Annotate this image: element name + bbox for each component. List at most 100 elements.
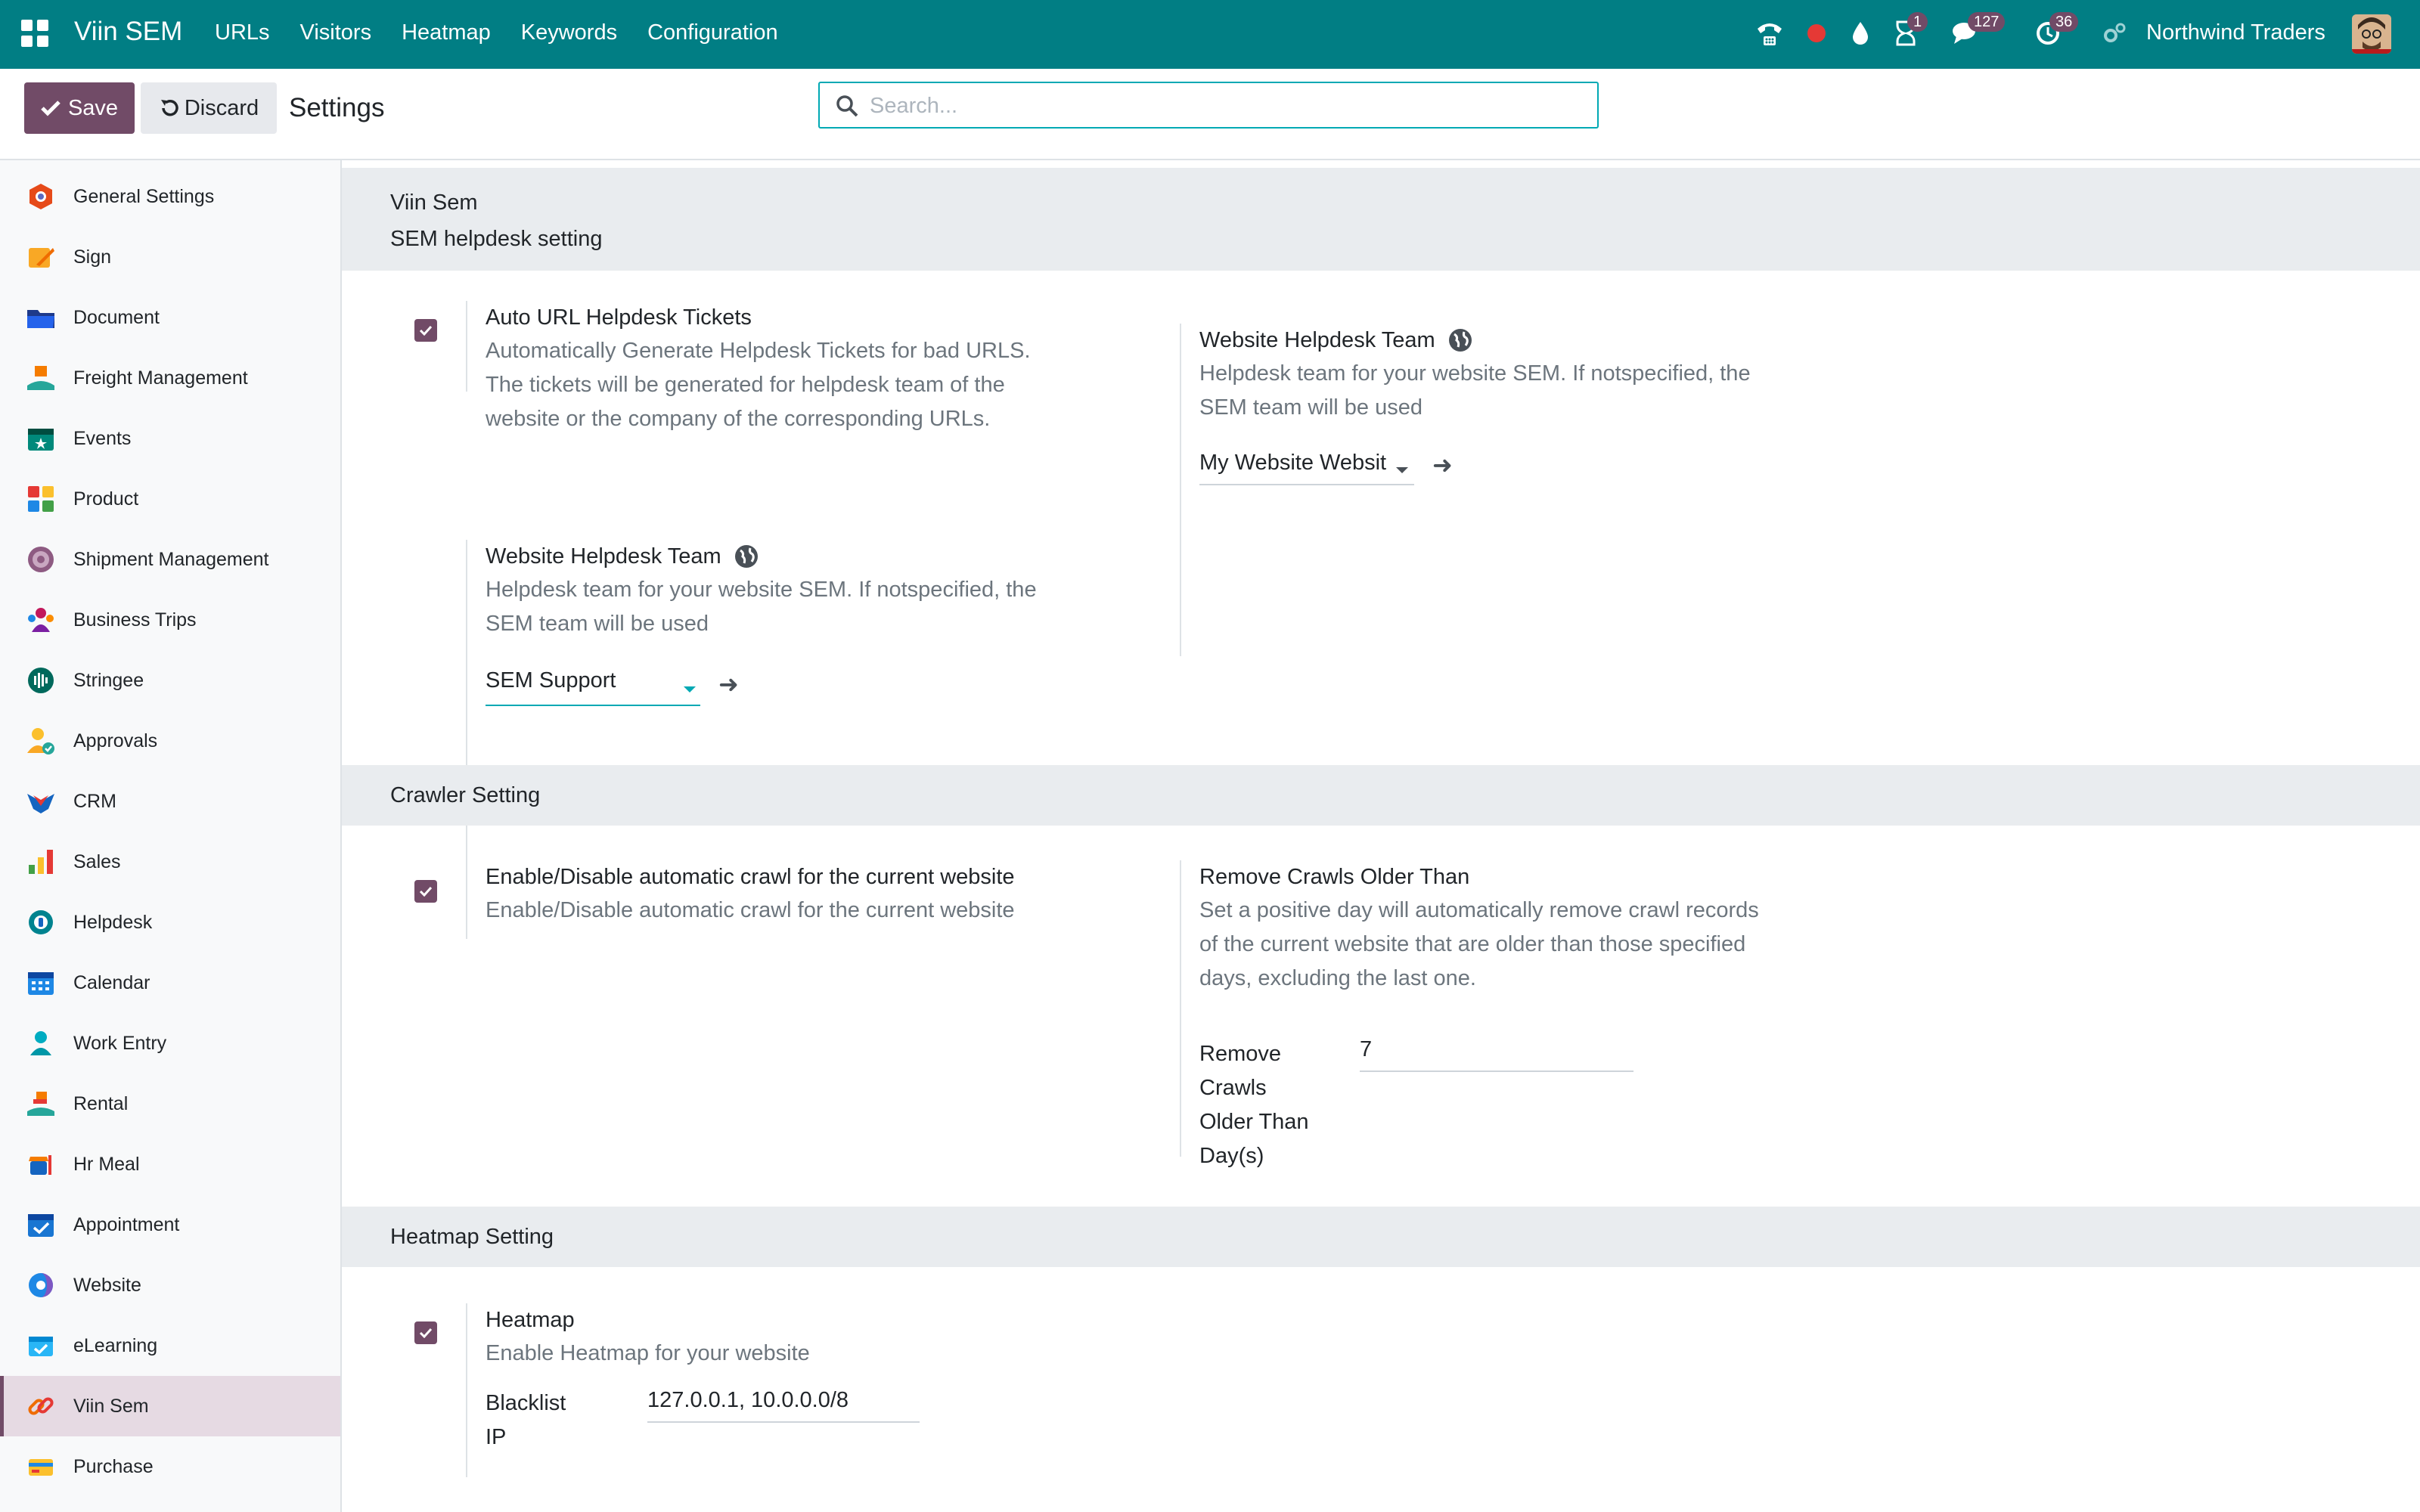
- sidebar-item-events[interactable]: Events: [0, 408, 340, 469]
- menu-item-configuration[interactable]: Configuration: [647, 20, 778, 45]
- page-title: Settings: [289, 93, 385, 122]
- crm-icon: [27, 794, 54, 813]
- website-helpdesk-team-select-right[interactable]: My Website Websit: [1199, 451, 1414, 485]
- recording-status-icon[interactable]: [1803, 18, 1830, 48]
- sidebar-item-document[interactable]: Document: [0, 287, 340, 348]
- setting-title: Enable/Disable automatic crawl for the c…: [486, 865, 1015, 889]
- setting-desc-line: days, excluding the last one.: [1199, 966, 1476, 990]
- stringee-icon: [28, 668, 54, 693]
- sidebar-item-viin-sem[interactable]: Viin Sem: [0, 1376, 340, 1436]
- setting-title: Website Helpdesk Team: [486, 540, 1071, 573]
- elearning-icon: [29, 1337, 53, 1356]
- checkmark-icon: [419, 1328, 433, 1338]
- menu-item-keywords[interactable]: Keywords: [521, 20, 617, 45]
- sidebar-item-sign[interactable]: Sign: [0, 227, 340, 287]
- sidebar-item-elearning[interactable]: eLearning: [0, 1315, 340, 1376]
- company-switcher[interactable]: Northwind Traders: [2146, 20, 2325, 45]
- remove-crawls-days-input[interactable]: 7: [1360, 1037, 1634, 1072]
- sidebar-item-shipment-management[interactable]: Shipment Management: [0, 529, 340, 590]
- setting-desc-line: of the current website that are older th…: [1199, 932, 1746, 956]
- discard-button[interactable]: Discard: [141, 82, 277, 134]
- sidebar-item-business-trips[interactable]: Business Trips: [0, 590, 340, 650]
- sidebar-item-freight-management[interactable]: Freight Management: [0, 348, 340, 408]
- website-helpdesk-team-select-left[interactable]: SEM Support: [486, 668, 700, 706]
- undo-icon: [160, 99, 178, 116]
- sidebar-item-purchase[interactable]: Purchase: [0, 1436, 340, 1497]
- checkmark-icon: [419, 325, 433, 336]
- app-brand[interactable]: Viin SEM: [74, 17, 182, 47]
- setting-desc-line: Set a positive day will automatically re…: [1199, 898, 1759, 922]
- sidebar-item-rental[interactable]: Rental: [0, 1074, 340, 1134]
- auto-crawl-checkbox[interactable]: [414, 880, 437, 903]
- auto-url-helpdesk-setting: Auto URL Helpdesk Tickets Automatically …: [466, 301, 1071, 431]
- input-value: 7: [1360, 1037, 1373, 1061]
- save-button[interactable]: Save: [24, 82, 135, 134]
- save-button-label: Save: [67, 95, 119, 120]
- sidebar-item-website[interactable]: Website: [0, 1255, 340, 1315]
- app-settings-title: Viin Sem: [390, 191, 478, 215]
- sidebar-item-calendar[interactable]: Calendar: [0, 953, 340, 1013]
- freight-icon: [27, 366, 54, 390]
- sidebar-item-sales[interactable]: Sales: [0, 832, 340, 892]
- sidebar-item-crm[interactable]: CRM: [0, 771, 340, 832]
- helpdesk-icon: [29, 910, 53, 934]
- viin-sem-icon: [28, 1397, 54, 1415]
- sidebar-item-helpdesk[interactable]: Helpdesk: [0, 892, 340, 953]
- app-settings-header: Viin Sem SEM helpdesk setting: [342, 168, 2420, 271]
- discard-button-label: Discard: [184, 95, 259, 120]
- settings-gears-icon[interactable]: [2101, 18, 2128, 48]
- globe-icon: [1448, 329, 1472, 352]
- sidebar-item-stringee[interactable]: Stringee: [0, 650, 340, 711]
- sidebar-item-hr-meal[interactable]: Hr Meal: [0, 1134, 340, 1194]
- field-label-line: Crawls: [1199, 1076, 1267, 1100]
- drop-icon[interactable]: [1847, 18, 1874, 48]
- messages-icon[interactable]: 127: [1951, 12, 2006, 48]
- sidebar-item-general-settings[interactable]: General Settings: [0, 166, 340, 227]
- setting-desc-line: Helpdesk team for your website SEM. If n…: [1199, 361, 1751, 386]
- business-trips-icon: [28, 608, 54, 632]
- website-icon: [29, 1273, 53, 1297]
- sidebar-item-work-entry[interactable]: Work Entry: [0, 1013, 340, 1074]
- activity-hourglass-icon[interactable]: 1: [1891, 12, 1928, 48]
- activity-badge: 1: [1907, 12, 1928, 32]
- settings-sidebar: General Settings Sign Document Freight M…: [0, 160, 342, 1512]
- check-icon: [41, 101, 60, 116]
- top-navbar: Viin SEM URLs Visitors Heatmap Keywords …: [0, 0, 2420, 69]
- input-value: 127.0.0.1, 10.0.0.0/8: [647, 1388, 849, 1412]
- checkmark-icon: [419, 886, 433, 897]
- work-entry-icon: [30, 1031, 51, 1055]
- field-label-line: Day(s): [1199, 1144, 1264, 1168]
- website-helpdesk-team-setting-right: Website Helpdesk Team Helpdesk team for …: [1180, 324, 1800, 656]
- sidebar-item-product[interactable]: Product: [0, 469, 340, 529]
- sales-icon: [29, 850, 53, 874]
- heatmap-checkbox[interactable]: [414, 1321, 437, 1344]
- section-title-sem-helpdesk: SEM helpdesk setting: [390, 227, 603, 251]
- sidebar-item-approvals[interactable]: Approvals: [0, 711, 340, 771]
- select-value: My Website Websit: [1199, 451, 1387, 475]
- search-box[interactable]: [818, 82, 1599, 129]
- rental-icon: [27, 1092, 54, 1116]
- phone-icon[interactable]: [1753, 18, 1786, 48]
- setting-title-text: Website Helpdesk Team: [486, 544, 721, 569]
- open-record-arrow-icon[interactable]: ➜: [718, 670, 739, 699]
- general-settings-icon: [29, 184, 52, 209]
- timer-icon[interactable]: 36: [2033, 12, 2079, 48]
- globe-icon: [734, 545, 758, 568]
- menu-item-urls[interactable]: URLs: [215, 20, 270, 45]
- search-input[interactable]: [868, 91, 1582, 121]
- setting-title: Auto URL Helpdesk Tickets: [486, 305, 752, 330]
- auto-url-helpdesk-checkbox[interactable]: [414, 319, 437, 342]
- hr-meal-icon: [29, 1155, 51, 1175]
- setting-title-text: Website Helpdesk Team: [1199, 328, 1435, 352]
- field-label-line: Remove: [1199, 1042, 1281, 1066]
- sidebar-item-appointment[interactable]: Appointment: [0, 1194, 340, 1255]
- apps-menu-icon[interactable]: [21, 20, 48, 47]
- blacklist-ip-input[interactable]: 127.0.0.1, 10.0.0.0/8: [647, 1388, 920, 1423]
- field-label-line: Blacklist: [486, 1391, 566, 1415]
- menu-item-visitors[interactable]: Visitors: [300, 20, 372, 45]
- open-record-arrow-icon[interactable]: ➜: [1432, 451, 1453, 479]
- menu-item-heatmap[interactable]: Heatmap: [402, 20, 491, 45]
- setting-desc-line: SEM team will be used: [1199, 395, 1423, 420]
- user-avatar[interactable]: [2352, 14, 2391, 54]
- appointment-icon: [28, 1214, 54, 1237]
